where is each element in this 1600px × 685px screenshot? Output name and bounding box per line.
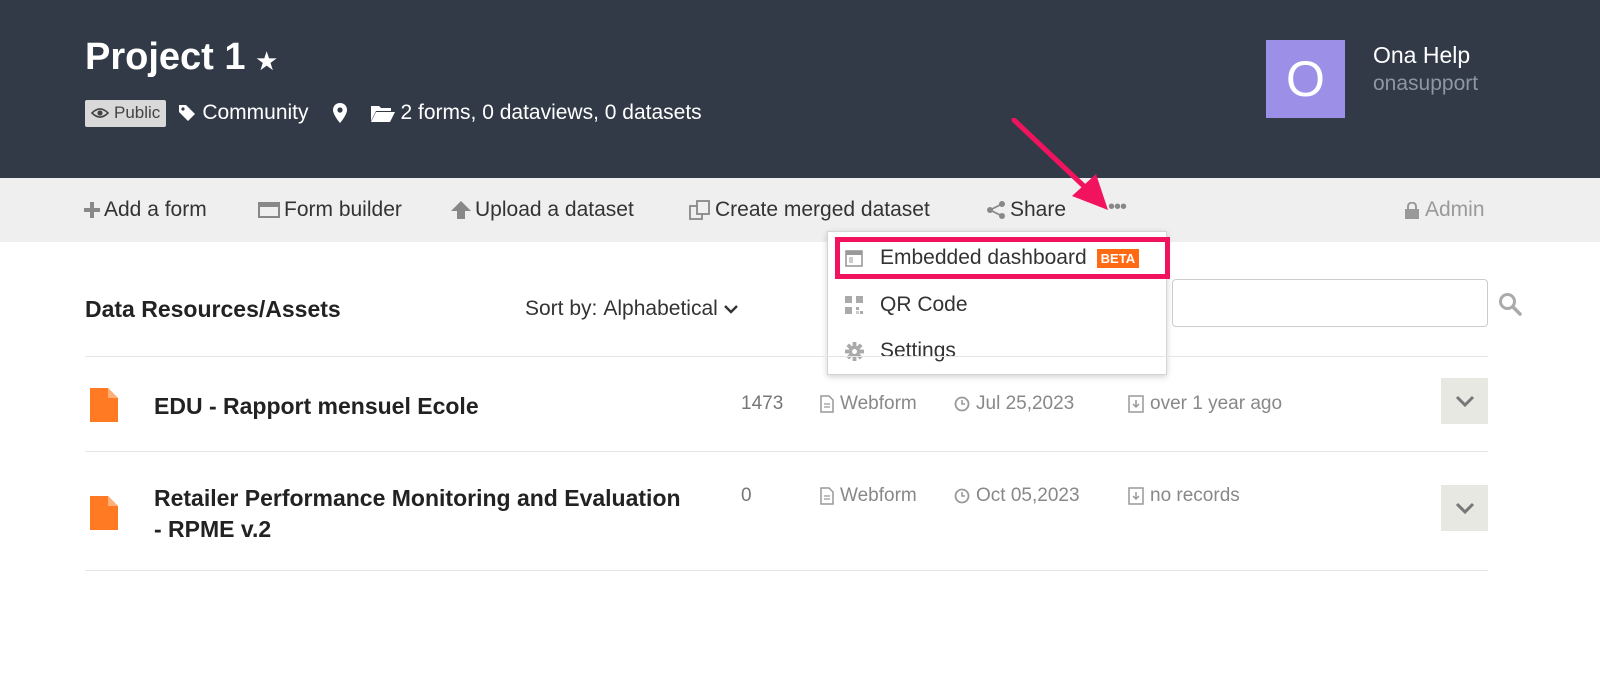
list-divider <box>85 451 1488 452</box>
create-merged-label: Create merged dataset <box>715 198 930 221</box>
tag-item[interactable]: Community <box>178 101 309 125</box>
chevron-down-icon <box>1455 502 1474 514</box>
chevron-down-icon <box>723 305 738 314</box>
form-title[interactable]: Retailer Performance Monitoring and Eval… <box>154 483 681 514</box>
clock-icon <box>954 488 970 504</box>
project-title: Project 1 <box>85 36 246 78</box>
add-form-label: Add a form <box>104 198 207 221</box>
admin-link[interactable]: Admin <box>1405 178 1485 242</box>
qr-code-icon <box>844 296 864 314</box>
lock-icon <box>1405 201 1419 219</box>
menu-item-settings[interactable]: Settings <box>844 331 956 371</box>
document-icon <box>820 487 834 505</box>
last-submission: over 1 year ago <box>1128 393 1282 415</box>
form-type: Webform <box>820 393 917 415</box>
form-type: Webform <box>820 485 917 507</box>
chevron-down-icon <box>1455 395 1474 407</box>
search-input[interactable] <box>1172 279 1488 327</box>
section-title: Data Resources/Assets <box>85 296 341 322</box>
tag-label: Community <box>202 101 309 124</box>
list-divider <box>85 570 1488 571</box>
upload-dataset-label: Upload a dataset <box>475 198 634 221</box>
form-date: Jul 25,2023 <box>954 393 1074 415</box>
sort-dropdown[interactable]: Sort by: Alphabetical <box>525 297 738 321</box>
expand-row-button[interactable] <box>1441 378 1488 424</box>
menu-item-label: Settings <box>880 339 956 362</box>
location-item[interactable] <box>332 103 347 123</box>
folder-open-icon <box>370 106 395 122</box>
menu-item-label: QR Code <box>880 293 968 316</box>
star-icon[interactable]: ★ <box>255 46 278 77</box>
annotation-arrow-icon <box>1011 118 1108 210</box>
submission-icon <box>1128 487 1144 505</box>
upload-dataset-button[interactable]: Upload a dataset <box>451 178 634 242</box>
project-meta: Public Community 2 forms, 0 dataviews, 0… <box>85 99 702 127</box>
last-submission-label: no records <box>1150 485 1240 506</box>
admin-label: Admin <box>1425 198 1485 221</box>
file-icon <box>90 496 118 530</box>
public-badge-label: Public <box>114 103 161 122</box>
form-title[interactable]: EDU - Rapport mensuel Ecole <box>154 391 479 422</box>
sort-value: Alphabetical <box>603 297 718 320</box>
form-date-label: Oct 05,2023 <box>976 485 1080 506</box>
last-submission: no records <box>1128 485 1240 507</box>
document-icon <box>820 395 834 413</box>
form-builder-label: Form builder <box>284 198 402 221</box>
project-toolbar: Add a form Form builder Upload a dataset… <box>0 178 1600 242</box>
form-type-label: Webform <box>840 485 917 506</box>
summary-item: 2 forms, 0 dataviews, 0 datasets <box>370 101 702 125</box>
submission-count: 1473 <box>741 393 784 414</box>
list-divider <box>85 356 1488 357</box>
avatar[interactable]: O <box>1266 40 1345 118</box>
upload-arrow-icon <box>451 201 471 219</box>
plus-icon <box>84 202 100 218</box>
public-badge: Public <box>85 99 167 127</box>
window-icon <box>258 201 280 219</box>
clock-icon <box>954 396 970 412</box>
file-icon <box>90 388 118 422</box>
tag-icon <box>179 105 196 121</box>
last-submission-label: over 1 year ago <box>1150 393 1283 414</box>
copy-icon <box>689 200 711 220</box>
expand-row-button[interactable] <box>1441 485 1488 531</box>
form-date: Oct 05,2023 <box>954 485 1080 507</box>
submission-icon <box>1128 395 1144 413</box>
project-header: Project 1 ★ Public Community 2 forms, 0 … <box>0 0 1600 178</box>
menu-item-qr-code[interactable]: QR Code <box>844 285 968 325</box>
form-date-label: Jul 25,2023 <box>976 393 1075 414</box>
annotation-highlight-box <box>835 237 1170 279</box>
eye-icon <box>91 108 109 118</box>
gear-icon <box>844 341 864 361</box>
user-handle: onasupport <box>1373 72 1479 95</box>
add-form-button[interactable]: Add a form <box>84 178 207 242</box>
summary-label: 2 forms, 0 dataviews, 0 datasets <box>400 101 702 124</box>
user-name[interactable]: Ona Help <box>1373 42 1470 69</box>
share-icon <box>986 201 1006 219</box>
submission-count: 0 <box>741 485 752 506</box>
form-title-line2[interactable]: - RPME v.2 <box>154 514 271 545</box>
sort-label: Sort by: <box>525 297 598 320</box>
map-marker-icon <box>332 103 347 123</box>
form-type-label: Webform <box>840 393 917 414</box>
form-builder-button[interactable]: Form builder <box>258 178 402 242</box>
search-icon[interactable] <box>1498 292 1522 316</box>
